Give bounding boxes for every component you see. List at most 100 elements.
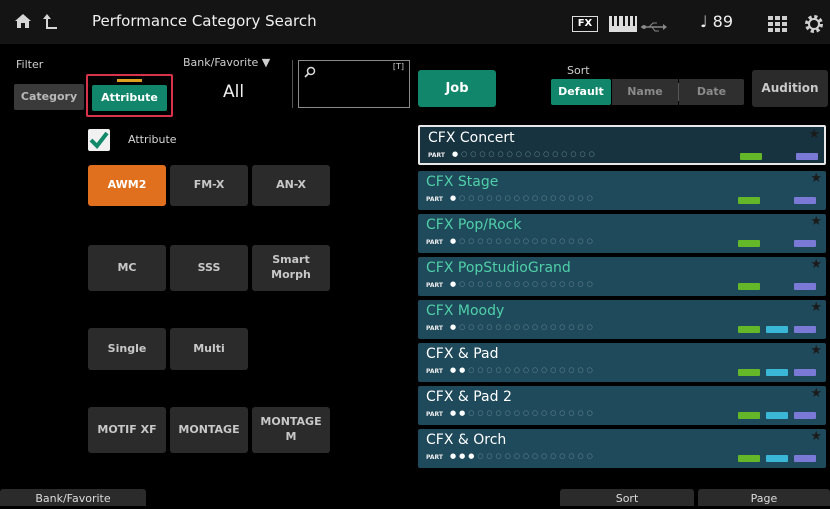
job-button[interactable]: Job (418, 70, 496, 107)
performance-row[interactable]: CFX Moody PART ●○○○○○○○○○○○○○○○ ★ (418, 300, 826, 339)
attribute-checkbox[interactable] (88, 129, 110, 151)
attribute-smart-morph-button[interactable]: Smart Morph (252, 245, 330, 291)
tab-category[interactable]: Category (14, 84, 84, 110)
performance-name: CFX & Pad 2 (426, 389, 512, 405)
purple-category-badge-icon (796, 153, 818, 160)
cyan-category-badge-icon (766, 326, 788, 333)
settings-gear-icon[interactable] (804, 14, 824, 38)
sort-default-button[interactable]: Default (551, 79, 611, 105)
part-label: PART (426, 196, 443, 203)
search-icon (304, 63, 316, 82)
purple-category-badge-icon (794, 283, 816, 290)
audition-button[interactable]: Audition (752, 70, 828, 107)
tempo-display: ♩ 89 (700, 12, 733, 31)
bank-favorite-value: All (223, 82, 245, 102)
attribute-single-button[interactable]: Single (88, 328, 166, 370)
note-icon: ♩ (700, 12, 708, 31)
green-category-badge-icon (738, 197, 760, 204)
attribute-checkbox-label: Attribute (128, 133, 177, 146)
tab-attribute[interactable]: Attribute (92, 85, 167, 111)
part-dots: ●○○○○○○○○○○○○○○○ (450, 194, 596, 202)
grid-menu-icon[interactable] (768, 16, 788, 36)
attribute-multi-button[interactable]: Multi (170, 328, 248, 370)
performance-name: CFX & Pad (426, 346, 499, 362)
green-category-badge-icon (738, 283, 760, 290)
purple-category-badge-icon (794, 455, 816, 462)
performance-row[interactable]: CFX PopStudioGrand PART ●○○○○○○○○○○○○○○○ ★ (418, 257, 826, 296)
field-divider (292, 60, 293, 108)
favorite-star-icon[interactable]: ★ (810, 386, 822, 401)
home-icon[interactable] (14, 12, 32, 34)
favorite-star-icon[interactable]: ★ (810, 429, 822, 444)
purple-category-badge-icon (794, 369, 816, 376)
bank-favorite-label-text: Bank/Favorite (183, 56, 259, 69)
part-label: PART (428, 152, 445, 159)
attribute-anx-button[interactable]: AN-X (252, 165, 330, 206)
performance-name: CFX Concert (428, 130, 515, 146)
purple-category-badge-icon (794, 197, 816, 204)
attribute-montage-m-button[interactable]: MONTAGE M (252, 407, 330, 453)
favorite-star-icon[interactable]: ★ (810, 343, 822, 358)
favorite-star-icon[interactable]: ★ (810, 214, 822, 229)
favorite-star-icon[interactable]: ★ (808, 127, 820, 142)
tab-attribute-indicator (117, 79, 142, 82)
bank-favorite-label: Bank/Favorite ▼ (183, 56, 270, 69)
performance-row[interactable]: CFX Stage PART ●○○○○○○○○○○○○○○○ ★ (418, 171, 826, 210)
usb-icon (641, 18, 667, 37)
sort-name-button[interactable]: Name (612, 79, 678, 105)
dropdown-arrow-icon: ▼ (261, 56, 271, 69)
part-label: PART (426, 411, 443, 418)
page-tab[interactable]: Page (698, 489, 830, 506)
green-category-badge-icon (738, 455, 760, 462)
sort-tab[interactable]: Sort (560, 489, 694, 506)
part-label: PART (426, 454, 443, 461)
back-arrow-icon[interactable] (42, 11, 60, 35)
part-dots: ●●●○○○○○○○○○○○○○ (450, 452, 596, 460)
bank-favorite-tab[interactable]: Bank/Favorite (0, 489, 146, 506)
purple-category-badge-icon (794, 326, 816, 333)
attribute-mc-button[interactable]: MC (88, 245, 166, 291)
search-input[interactable]: [T] (298, 60, 410, 108)
green-category-badge-icon (740, 153, 762, 160)
text-entry-icon: [T] (392, 62, 404, 71)
performance-name: CFX Moody (426, 303, 505, 319)
attribute-awm2-button[interactable]: AWM2 (88, 165, 166, 206)
purple-category-badge-icon (794, 240, 816, 247)
attribute-motif-xf-button[interactable]: MOTIF XF (88, 407, 166, 453)
part-label: PART (426, 239, 443, 246)
part-dots: ●○○○○○○○○○○○○○○○ (450, 280, 596, 288)
part-dots: ●●○○○○○○○○○○○○○○ (450, 366, 596, 374)
performance-name: CFX Stage (426, 174, 499, 190)
performance-row[interactable]: CFX Pop/Rock PART ●○○○○○○○○○○○○○○○ ★ (418, 214, 826, 253)
favorite-star-icon[interactable]: ★ (810, 257, 822, 272)
performance-name: CFX Pop/Rock (426, 217, 522, 233)
cyan-category-badge-icon (766, 455, 788, 462)
sort-date-button[interactable]: Date (679, 79, 744, 105)
favorite-star-icon[interactable]: ★ (810, 300, 822, 315)
part-dots: ●●○○○○○○○○○○○○○○ (450, 409, 596, 417)
performance-row[interactable]: CFX & Pad PART ●●○○○○○○○○○○○○○○ ★ (418, 343, 826, 382)
attribute-montage-button[interactable]: MONTAGE (170, 407, 248, 453)
performance-name: CFX PopStudioGrand (426, 260, 571, 276)
part-dots: ●○○○○○○○○○○○○○○○ (452, 150, 598, 158)
performance-row[interactable]: CFX & Pad 2 PART ●●○○○○○○○○○○○○○○ ★ (418, 386, 826, 425)
green-category-badge-icon (738, 412, 760, 419)
part-label: PART (426, 368, 443, 375)
green-category-badge-icon (738, 326, 760, 333)
part-label: PART (426, 325, 443, 332)
cyan-category-badge-icon (766, 369, 788, 376)
purple-category-badge-icon (794, 412, 816, 419)
performance-row[interactable]: CFX Concert PART ●○○○○○○○○○○○○○○○ ★ (418, 125, 826, 165)
green-category-badge-icon (738, 240, 760, 247)
green-category-badge-icon (738, 369, 760, 376)
performance-row[interactable]: CFX & Orch PART ●●●○○○○○○○○○○○○○ ★ (418, 429, 826, 468)
attribute-sss-button[interactable]: SSS (170, 245, 248, 291)
filter-label: Filter (16, 58, 44, 71)
favorite-star-icon[interactable]: ★ (810, 171, 822, 186)
keyboard-icon (609, 16, 637, 36)
checkmark-icon (89, 131, 109, 150)
attribute-fmx-button[interactable]: FM-X (170, 165, 248, 206)
page-title: Performance Category Search (92, 12, 317, 30)
part-dots: ●○○○○○○○○○○○○○○○ (450, 237, 596, 245)
cyan-category-badge-icon (766, 412, 788, 419)
